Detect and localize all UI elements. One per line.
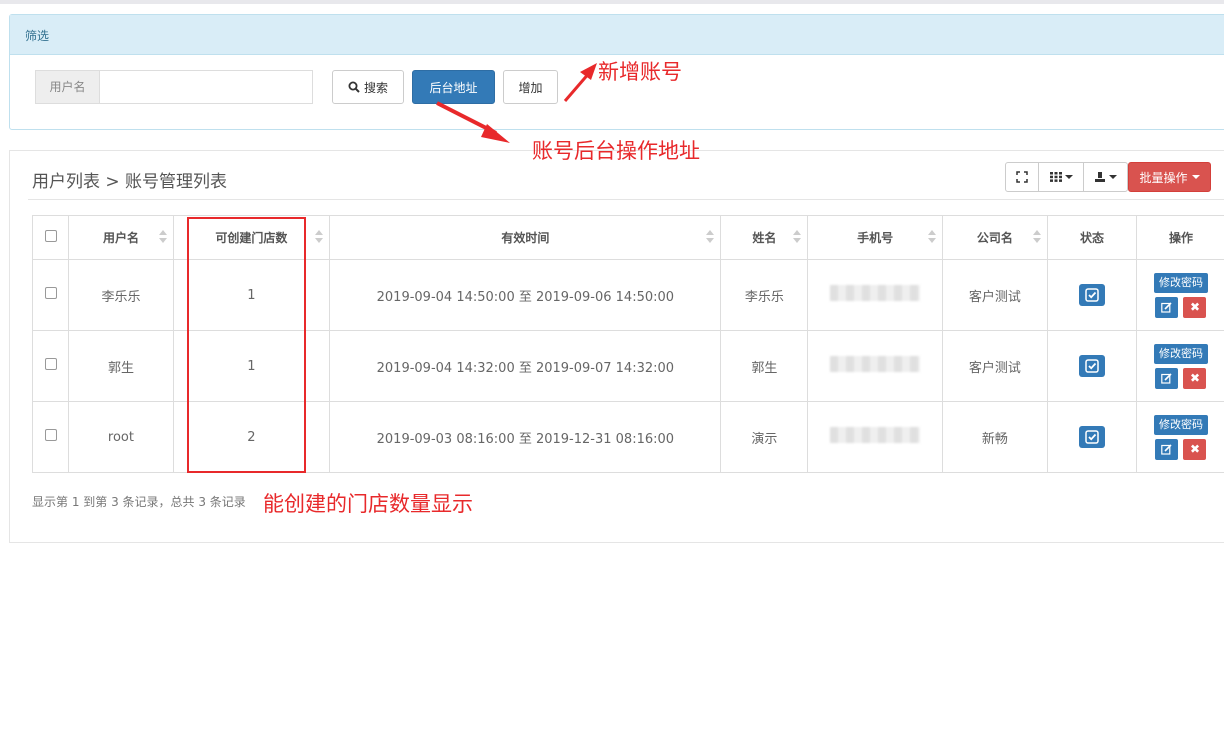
sort-icon xyxy=(158,230,167,244)
edit-button[interactable] xyxy=(1155,367,1179,389)
column-status: 状态 xyxy=(1047,215,1137,260)
fullscreen-button[interactable] xyxy=(1005,162,1039,192)
username-cell: root xyxy=(68,401,174,473)
check-square-icon xyxy=(1085,288,1099,302)
username-field: 用户名 xyxy=(35,70,313,104)
sort-icon xyxy=(1033,230,1041,244)
search-button-label: 搜索 xyxy=(363,80,388,95)
username-cell: 李乐乐 xyxy=(68,259,174,331)
column-phone[interactable]: 手机号 xyxy=(807,215,943,260)
close-icon: ✖ xyxy=(1189,300,1201,314)
valid-time-cell: 2019-09-04 14:32:00 至 2019-09-07 14:32:0… xyxy=(329,330,722,402)
actions-cell: 修改密码 ✖ xyxy=(1135,330,1224,402)
top-border xyxy=(0,0,1224,4)
company-cell: 客户测试 xyxy=(941,330,1049,402)
phone-cell xyxy=(807,259,943,331)
status-cell xyxy=(1047,259,1137,331)
divider xyxy=(28,199,1224,200)
phone-redacted xyxy=(830,427,921,443)
row-select-cell xyxy=(31,330,70,402)
change-password-button[interactable]: 修改密码 xyxy=(1153,343,1208,364)
username-input[interactable] xyxy=(100,71,312,103)
select-all-cell xyxy=(31,215,70,260)
annotation-backend-address: 账号后台操作地址 xyxy=(532,139,700,163)
phone-redacted xyxy=(830,285,921,301)
actions-cell: 修改密码 ✖ xyxy=(1135,401,1224,473)
column-actions: 操作 xyxy=(1135,215,1224,260)
sort-icon xyxy=(793,230,802,244)
close-icon: ✖ xyxy=(1189,371,1201,385)
valid-time-cell: 2019-09-04 14:50:00 至 2019-09-06 14:50:0… xyxy=(329,259,722,331)
edit-icon xyxy=(1161,372,1173,384)
name-cell: 郭生 xyxy=(720,330,809,402)
status-cell xyxy=(1047,330,1137,402)
store-count-highlight-box xyxy=(187,217,306,473)
column-company[interactable]: 公司名 xyxy=(941,215,1049,260)
edit-button[interactable] xyxy=(1155,296,1179,318)
export-icon xyxy=(1095,172,1105,182)
select-all-checkbox[interactable] xyxy=(44,230,57,242)
sort-icon xyxy=(927,230,936,244)
delete-button[interactable]: ✖ xyxy=(1183,296,1207,318)
status-toggle[interactable] xyxy=(1078,284,1105,306)
row-select-cell xyxy=(31,259,70,331)
check-square-icon xyxy=(1085,430,1099,444)
delete-button[interactable]: ✖ xyxy=(1183,367,1207,389)
check-square-icon xyxy=(1085,359,1099,373)
name-cell: 演示 xyxy=(720,401,809,473)
sort-icon xyxy=(315,230,324,244)
status-toggle[interactable] xyxy=(1078,426,1105,448)
column-valid-time[interactable]: 有效时间 xyxy=(329,215,722,260)
status-cell xyxy=(1047,401,1137,473)
fullscreen-icon xyxy=(1016,171,1028,183)
username-label: 用户名 xyxy=(36,71,100,103)
search-button[interactable]: 搜索 xyxy=(332,70,404,104)
backend-address-button[interactable]: 后台地址 xyxy=(412,70,495,104)
batch-operation-label: 批量操作 xyxy=(1139,170,1188,185)
row-checkbox[interactable] xyxy=(44,358,57,370)
chevron-down-icon xyxy=(1191,175,1200,179)
name-cell: 李乐乐 xyxy=(720,259,809,331)
username-cell: 郭生 xyxy=(68,330,174,402)
delete-button[interactable]: ✖ xyxy=(1183,438,1207,460)
row-checkbox[interactable] xyxy=(44,287,57,299)
annotation-store-count: 能创建的门店数量显示 xyxy=(263,492,473,516)
columns-button[interactable] xyxy=(1038,162,1084,192)
edit-icon xyxy=(1161,301,1173,313)
add-button[interactable]: 增加 xyxy=(503,70,558,104)
actions-cell: 修改密码 ✖ xyxy=(1135,259,1224,331)
company-cell: 新畅 xyxy=(941,401,1049,473)
pagination-summary: 显示第 1 到第 3 条记录，总共 3 条记录 xyxy=(32,495,246,509)
export-button[interactable] xyxy=(1083,162,1128,192)
edit-button[interactable] xyxy=(1155,438,1179,460)
filter-title: 筛选 xyxy=(10,15,1224,55)
close-icon: ✖ xyxy=(1189,442,1201,456)
search-icon xyxy=(348,81,360,93)
annotation-add-account: 新增账号 xyxy=(598,60,682,84)
batch-operation-button[interactable]: 批量操作 xyxy=(1128,162,1211,192)
edit-icon xyxy=(1161,443,1173,455)
change-password-button[interactable]: 修改密码 xyxy=(1153,272,1208,293)
breadcrumb: 用户列表 > 账号管理列表 xyxy=(32,172,228,192)
sort-icon xyxy=(706,230,715,244)
table-toolbar xyxy=(1005,162,1128,192)
phone-redacted xyxy=(830,356,921,372)
valid-time-cell: 2019-09-03 08:16:00 至 2019-12-31 08:16:0… xyxy=(329,401,722,473)
column-username[interactable]: 用户名 xyxy=(68,215,174,260)
status-toggle[interactable] xyxy=(1078,355,1105,377)
phone-cell xyxy=(807,401,943,473)
grid-icon xyxy=(1049,172,1062,182)
chevron-down-icon xyxy=(1064,175,1073,179)
change-password-button[interactable]: 修改密码 xyxy=(1153,414,1208,435)
row-select-cell xyxy=(31,401,70,473)
phone-cell xyxy=(807,330,943,402)
chevron-down-icon xyxy=(1109,175,1117,179)
company-cell: 客户测试 xyxy=(941,259,1049,331)
column-name[interactable]: 姓名 xyxy=(720,215,809,260)
row-checkbox[interactable] xyxy=(44,429,57,441)
